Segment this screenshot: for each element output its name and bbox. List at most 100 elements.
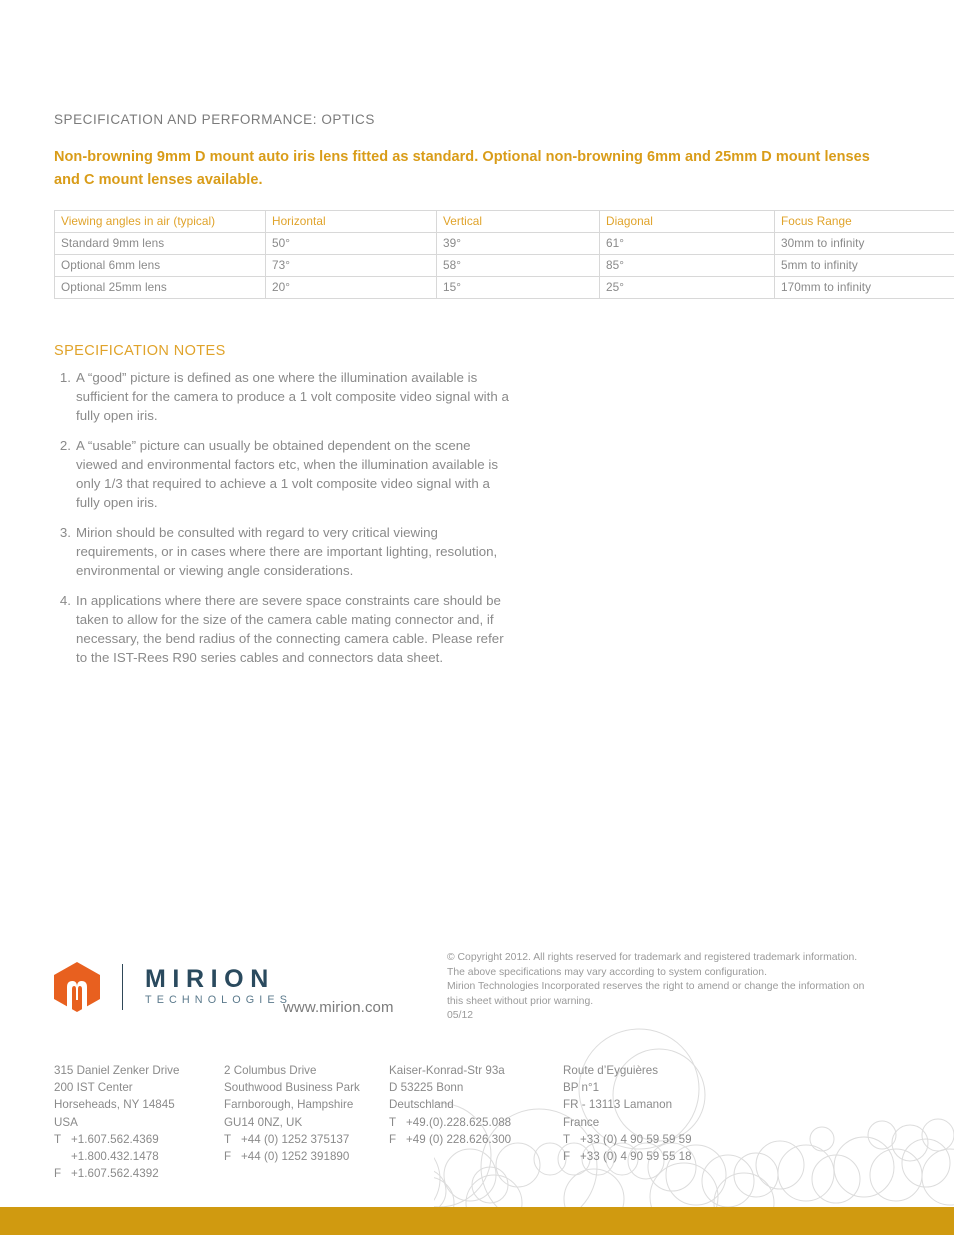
notes-heading: SPECIFICATION NOTES: [54, 343, 226, 359]
address-line: Route d’Eyguières: [563, 1064, 659, 1077]
section-lead-text: Non-browning 9mm D mount auto iris lens …: [54, 149, 870, 188]
fax-line: F +1.607.562.4392: [54, 1165, 224, 1182]
note-number: 3.: [59, 525, 71, 540]
fax-line: F +44 (0) 1252 391890: [224, 1148, 389, 1165]
fax-label: F: [389, 1132, 397, 1146]
datasheet-page: SPECIFICATION AND PERFORMANCE: OPTICS No…: [0, 0, 954, 1235]
address-line: USA: [54, 1115, 78, 1129]
table-cell: 73°: [265, 254, 437, 277]
address-line: France: [563, 1115, 600, 1129]
phone-line: T +33 (0) 4 90 59 59 59: [563, 1131, 763, 1148]
phone-line: T +49.(0).228.625.088: [389, 1114, 563, 1131]
table-header-cell: Viewing angles in air (typical): [54, 210, 266, 233]
phone-label: T: [224, 1132, 232, 1146]
logo-divider: [122, 964, 123, 1010]
phone-label: T: [54, 1132, 62, 1146]
address-line: FR - 13113 Lamanon: [563, 1098, 673, 1112]
table-row: Standard 9mm lens 50° 39° 61° 30mm to in…: [54, 232, 954, 255]
table-row: Optional 6mm lens 73° 58° 85° 5mm to inf…: [54, 254, 954, 277]
address-line: GU14 0NZ, UK: [224, 1115, 303, 1129]
fax-value: +44 (0) 1252 391890: [241, 1150, 350, 1164]
table-row: Optional 25mm lens 20° 15° 25° 170mm to …: [54, 276, 954, 299]
table-cell: 20°: [265, 276, 437, 299]
table-cell: Optional 25mm lens: [54, 276, 266, 299]
note-number: 2.: [59, 438, 71, 453]
fax-label: F: [563, 1150, 571, 1164]
address-block-usa: 315 Daniel Zenker Drive 200 IST Center H…: [54, 1062, 224, 1182]
phone-label: T: [563, 1132, 571, 1146]
mirion-hexagon-m-icon: [54, 962, 100, 1012]
section-heading: SPECIFICATION AND PERFORMANCE: OPTICS: [54, 112, 375, 127]
phone-label: T: [389, 1115, 397, 1129]
table-cell: Standard 9mm lens: [54, 232, 266, 255]
note-item: 2. A “usable” picture can usually be obt…: [54, 436, 514, 512]
specification-notes-list: 1. A “good” picture is defined as one wh…: [54, 368, 514, 678]
table-cell: 15°: [436, 276, 600, 299]
website-url[interactable]: www.mirion.com: [283, 999, 394, 1016]
phone-line: T +1.607.562.4369: [54, 1131, 224, 1148]
address-line: Horseheads, NY 14845: [54, 1098, 175, 1112]
table-cell: 170mm to infinity: [774, 276, 954, 299]
phone-value: +33 (0) 4 90 59 59 59: [580, 1132, 692, 1146]
address-line: Kaiser-Konrad-Str 93a: [389, 1064, 505, 1077]
note-item: 3. Mirion should be consulted with regar…: [54, 523, 514, 580]
table-header-row: Viewing angles in air (typical) Horizont…: [54, 210, 954, 233]
office-addresses: 315 Daniel Zenker Drive 200 IST Center H…: [54, 1062, 904, 1182]
table-header-cell: Focus Range: [774, 210, 954, 233]
phone-value: +1.800.432.1478: [71, 1150, 159, 1164]
logo-name-text: MIRION: [145, 965, 275, 993]
copyright-line: The above specifications may vary accord…: [447, 966, 767, 978]
fax-value: +1.607.562.4392: [71, 1167, 159, 1181]
address-line: Deutschland: [389, 1098, 454, 1112]
note-text: A “usable” picture can usually be obtain…: [76, 438, 498, 510]
fax-label: F: [54, 1167, 62, 1181]
viewing-angles-table: Viewing angles in air (typical) Horizont…: [54, 210, 954, 299]
logo-wordmark: MIRION TECHNOLOGIES: [145, 966, 292, 1008]
fax-line: F +49 (0) 228.626.300: [389, 1131, 563, 1148]
table-cell: Optional 6mm lens: [54, 254, 266, 277]
note-item: 4. In applications where there are sever…: [54, 591, 514, 667]
address-line: Southwood Business Park: [224, 1081, 360, 1095]
address-line: 315 Daniel Zenker Drive: [54, 1064, 180, 1077]
table-cell: 25°: [599, 276, 775, 299]
address-line: BP n°1: [563, 1081, 600, 1095]
table-cell: 39°: [436, 232, 600, 255]
fax-value: +33 (0) 4 90 59 55 18: [580, 1150, 692, 1164]
table-cell: 5mm to infinity: [774, 254, 954, 277]
phone-value: +44 (0) 1252 375137: [241, 1132, 350, 1146]
fax-line: F +33 (0) 4 90 59 55 18: [563, 1148, 763, 1165]
copyright-block: © Copyright 2012. All rights reserved fo…: [447, 951, 887, 1024]
phone-line: +1.800.432.1478: [54, 1148, 224, 1165]
phone-label: [54, 1148, 71, 1165]
mirion-logo: MIRION TECHNOLOGIES: [54, 962, 292, 1012]
bottom-gold-bar: [0, 1207, 954, 1235]
table-cell: 61°: [599, 232, 775, 255]
logo-sub-text: TECHNOLOGIES: [145, 994, 292, 1006]
table-header-cell: Diagonal: [599, 210, 775, 233]
note-text: In applications where there are severe s…: [76, 593, 504, 665]
table-cell: 30mm to infinity: [774, 232, 954, 255]
fax-value: +49 (0) 228.626.300: [406, 1132, 512, 1146]
phone-value: +1.607.562.4369: [71, 1132, 159, 1146]
note-number: 4.: [59, 593, 71, 608]
table-cell: 50°: [265, 232, 437, 255]
phone-value: +49.(0).228.625.088: [406, 1115, 512, 1129]
table-header-cell: Vertical: [436, 210, 600, 233]
table-cell: 85°: [599, 254, 775, 277]
revision-date: 05/12: [447, 1010, 474, 1022]
copyright-line: Mirion Technologies Incorporated reserve…: [447, 981, 865, 993]
copyright-line: this sheet without prior warning.: [447, 995, 594, 1007]
note-item: 1. A “good” picture is defined as one wh…: [54, 368, 514, 425]
address-line: 200 IST Center: [54, 1081, 133, 1095]
address-line: 2 Columbus Drive: [224, 1064, 317, 1077]
copyright-line: © Copyright 2012. All rights reserved fo…: [447, 952, 858, 963]
address-block-france: Route d’Eyguières BP n°1 FR - 13113 Lama…: [563, 1062, 763, 1182]
table-cell: 58°: [436, 254, 600, 277]
fax-label: F: [224, 1150, 232, 1164]
address-block-germany: Kaiser-Konrad-Str 93a D 53225 Bonn Deuts…: [389, 1062, 563, 1182]
address-block-uk: 2 Columbus Drive Southwood Business Park…: [224, 1062, 389, 1182]
note-text: Mirion should be consulted with regard t…: [76, 525, 498, 578]
table-header-cell: Horizontal: [265, 210, 437, 233]
note-text: A “good” picture is defined as one where…: [76, 370, 509, 423]
address-line: Farnborough, Hampshire: [224, 1098, 354, 1112]
